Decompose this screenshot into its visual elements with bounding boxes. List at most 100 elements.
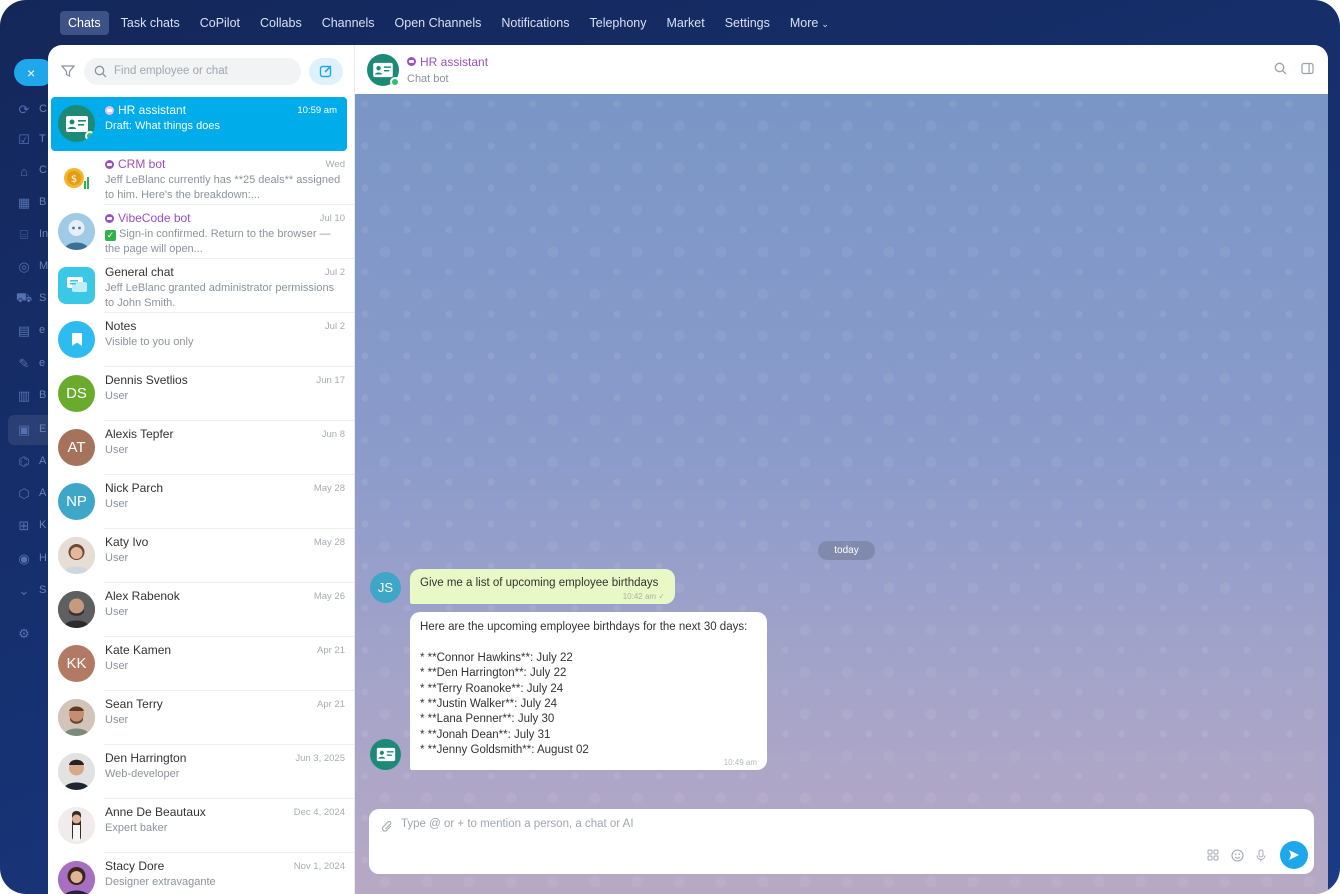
nav-more[interactable]: More ⌄ bbox=[782, 11, 837, 35]
chat-row-preview: Sign-in confirmed. Return to the browser… bbox=[105, 228, 331, 255]
checkmark-icon: ✓ bbox=[105, 230, 116, 241]
chat-row-preview: Designer extravagante bbox=[105, 876, 216, 888]
chevron-down-icon[interactable]: ⌄ S bbox=[15, 582, 47, 600]
chat-row-general-chat[interactable]: General chat Jul 2 Jeff LeBlanc granted a… bbox=[48, 259, 354, 313]
chat-row-stacy-dore[interactable]: Stacy Dore Nov 1, 2024 Designer extravaga… bbox=[48, 853, 354, 894]
emoji-icon[interactable] bbox=[1231, 849, 1244, 862]
bot-avatar[interactable] bbox=[370, 739, 401, 770]
chat-row-katy-ivo[interactable]: Katy Ivo May 28 User bbox=[48, 529, 354, 583]
sidebar-label: B bbox=[39, 196, 47, 208]
nav-market[interactable]: Market bbox=[659, 11, 713, 35]
sidebar-label: A bbox=[39, 455, 47, 467]
settings-icon[interactable]: ⚙ bbox=[15, 625, 33, 643]
chat-row-alexis-tepfer[interactable]: AT Alexis Tepfer Jun 8 User bbox=[48, 421, 354, 475]
nav-open-channels[interactable]: Open Channels bbox=[387, 11, 490, 35]
avatar: AT bbox=[58, 429, 95, 466]
hr-assistant-avatar[interactable] bbox=[367, 53, 400, 87]
sidebar-label: S bbox=[39, 292, 47, 304]
tasks-icon[interactable]: ☑ T bbox=[15, 131, 46, 149]
sidebar-toggle-icon[interactable] bbox=[1301, 62, 1314, 75]
chat-row-time: 10:59 am bbox=[297, 104, 337, 116]
building-icon[interactable]: ⌸ In bbox=[15, 226, 48, 244]
user-avatar[interactable]: JS bbox=[370, 572, 401, 603]
chat-row-kate-kamen[interactable]: KK Kate Kamen Apr 21 User bbox=[48, 637, 354, 691]
automation-icon[interactable]: ⌬ A bbox=[15, 453, 46, 471]
chat-row-name: CRM bot bbox=[118, 157, 166, 171]
chat-row-title: General chat bbox=[105, 265, 174, 279]
chat-row-vibecode-bot[interactable]: VibeCode bot Jul 10 ✓ Sign-in confirmed. R… bbox=[48, 205, 354, 259]
pen-icon[interactable]: ✎ e bbox=[15, 355, 46, 373]
search-icon[interactable] bbox=[1274, 62, 1287, 75]
chat-row-time: Jul 2 bbox=[324, 320, 345, 332]
chat-row-den-harrington[interactable]: Den Harrington Jun 3, 2025 Web-developer bbox=[48, 745, 354, 799]
chat-title[interactable]: HR assistant bbox=[407, 55, 488, 69]
nav-notifications[interactable]: Notifications bbox=[493, 11, 577, 35]
chat-row-nick-parch[interactable]: NP Nick Parch May 28 User bbox=[48, 475, 354, 529]
chat-row-preview: User bbox=[105, 498, 129, 510]
chat-list-header bbox=[48, 45, 354, 97]
box-icon[interactable]: ⬡ A bbox=[15, 485, 46, 503]
chat-row-preview: User bbox=[105, 444, 129, 456]
sidebar-label: M bbox=[39, 260, 49, 272]
send-button[interactable] bbox=[1280, 841, 1308, 869]
chat-row-title: Kate Kamen bbox=[105, 643, 172, 657]
sidebar-label: C bbox=[39, 103, 47, 115]
chat-row-title: Stacy Dore bbox=[105, 859, 165, 873]
chat-row-name: HR assistant bbox=[118, 103, 187, 117]
cart-icon[interactable]: ⛟ S bbox=[15, 290, 47, 308]
hr-icon[interactable]: ◉ H bbox=[15, 550, 47, 568]
message-text: Give me a list of upcoming employee birt… bbox=[420, 577, 659, 589]
filter-icon[interactable] bbox=[60, 63, 76, 79]
knowledge-icon[interactable]: ⊞ K bbox=[15, 517, 47, 535]
chat-row-crm-bot[interactable]: $ CRM bot Wed Jeff LeBlanc currently has … bbox=[48, 151, 354, 205]
chat-row-title: CRM bot bbox=[105, 157, 165, 171]
search-box[interactable] bbox=[84, 57, 301, 85]
bot-icon bbox=[105, 105, 114, 115]
employee-icon[interactable]: ▣ E bbox=[15, 421, 47, 439]
chat-row-time: Jun 8 bbox=[321, 428, 345, 440]
read-check-icon: ✓ bbox=[658, 592, 665, 601]
chat-row-preview: User bbox=[105, 606, 129, 618]
nav-task-chats[interactable]: Task chats bbox=[113, 11, 188, 35]
chat-row-dennis-svetlios[interactable]: DS Dennis Svetlios Jun 17 User bbox=[48, 367, 354, 421]
avatar: DS bbox=[58, 375, 95, 412]
nav-settings[interactable]: Settings bbox=[717, 11, 778, 35]
general-chat-avatar bbox=[58, 267, 95, 304]
search-input[interactable] bbox=[114, 65, 284, 77]
message-composer[interactable] bbox=[369, 809, 1314, 874]
nav-telephony[interactable]: Telephony bbox=[582, 11, 655, 35]
avatar bbox=[58, 861, 95, 894]
message-input[interactable] bbox=[401, 818, 1101, 830]
message-area[interactable]: today JS Give me a list of upcoming empl… bbox=[355, 94, 1328, 894]
chat-title-text: HR assistant bbox=[420, 54, 489, 69]
chat-row-preview: User bbox=[105, 390, 129, 402]
send-icon bbox=[1289, 850, 1299, 860]
target-icon[interactable]: ◎ M bbox=[15, 258, 48, 276]
outgoing-message[interactable]: Give me a list of upcoming employee birt… bbox=[410, 569, 675, 604]
apps-grid-icon[interactable] bbox=[1207, 849, 1219, 861]
chat-row-time: Wed bbox=[325, 158, 345, 170]
chat-row-notes[interactable]: Notes Jul 2 Visible to you only bbox=[48, 313, 354, 367]
calendar-icon[interactable]: ▦ B bbox=[15, 194, 47, 212]
nav-collabs[interactable]: Collabs bbox=[252, 11, 310, 35]
paperclip-icon[interactable] bbox=[381, 820, 393, 833]
new-chat-button[interactable] bbox=[309, 57, 343, 85]
nav-copilot[interactable]: CoPilot bbox=[192, 11, 248, 35]
document-icon[interactable]: ▤ e bbox=[15, 322, 45, 340]
chat-row-preview: Draft: What things does bbox=[105, 120, 220, 132]
chat-icon[interactable]: ⟳ C bbox=[15, 101, 47, 119]
nav-channels[interactable]: Channels bbox=[314, 11, 383, 35]
chat-row-anne-de-beautaux[interactable]: Anne De Beautaux Dec 4, 2024 Expert baker bbox=[48, 799, 354, 853]
microphone-icon[interactable] bbox=[1256, 849, 1266, 862]
incoming-message[interactable]: Here are the upcoming employee birthdays… bbox=[410, 612, 767, 770]
funnel-icon[interactable]: ⌂ C bbox=[15, 162, 47, 180]
nav-chats[interactable]: Chats bbox=[60, 11, 109, 35]
chat-row-hr-assistant[interactable]: HR assistant 10:59 am Draft: What things … bbox=[51, 97, 347, 151]
chevron-down-icon: ⌄ bbox=[821, 19, 829, 29]
chat-row-sean-terry[interactable]: Sean Terry Apr 21 User bbox=[48, 691, 354, 745]
analytics-icon[interactable]: ▥ B bbox=[15, 387, 47, 405]
search-icon bbox=[94, 65, 107, 78]
message-meta: 10:42 am ✓ bbox=[623, 592, 665, 601]
chat-row-time: Jul 2 bbox=[324, 266, 345, 278]
chat-row-alex-rabenok[interactable]: Alex Rabenok May 26 User bbox=[48, 583, 354, 637]
